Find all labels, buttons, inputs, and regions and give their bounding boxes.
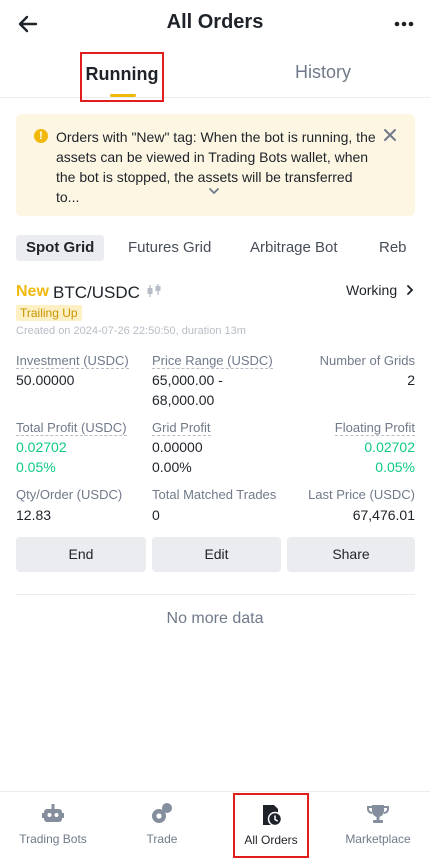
trophy-icon (367, 805, 389, 823)
bottom-navigation: Trading Bots Trade All Orders Marketplac… (0, 791, 430, 864)
subtab-spot-grid[interactable]: Spot Grid (16, 235, 105, 261)
candlestick-icon (147, 284, 161, 297)
price-range-high: 68,000.00 (152, 392, 215, 408)
chevron-down-icon[interactable] (208, 187, 220, 195)
warning-icon: ! (34, 129, 48, 143)
floating-profit-pct: 0.05% (375, 459, 415, 475)
grids-label: Number of Grids (319, 353, 415, 368)
tab-running[interactable]: Running (80, 52, 164, 102)
qty-order-label: Qty/Order (USDC) (16, 487, 123, 502)
notice-banner: ! Orders with "New" tag: When the bot is… (16, 114, 415, 216)
trailing-badge: Trailing Up (16, 305, 82, 321)
matched-trades-label: Total Matched Trades (152, 487, 277, 502)
last-price-label: Last Price (USDC) (308, 487, 415, 502)
subtab-futures-grid[interactable]: Futures Grid (128, 235, 211, 261)
nav-trade-label: Trade (146, 832, 178, 846)
subtab-arbitrage-bot[interactable]: Arbitrage Bot (250, 235, 338, 261)
new-tag: New (16, 283, 49, 300)
order-status: Working (346, 282, 398, 298)
floating-profit-label: Floating Profit (334, 420, 415, 436)
robot-icon (42, 804, 64, 822)
total-profit-label: Total Profit (USDC) (16, 420, 127, 436)
nav-trading-bots-label: Trading Bots (19, 832, 87, 846)
top-bar: All Orders (0, 0, 430, 48)
more-options-icon[interactable] (394, 20, 414, 28)
floating-profit-value: 0.02702 (364, 439, 415, 455)
nav-trading-bots[interactable]: Trading Bots (0, 792, 106, 864)
no-more-data: No more data (166, 610, 264, 627)
tab-running-label: Running (85, 64, 159, 84)
nav-trade[interactable]: Trade (110, 792, 214, 864)
grid-profit-label: Grid Profit (152, 420, 211, 436)
nav-all-orders-label: All Orders (244, 833, 298, 847)
subtab-rebalancing[interactable]: Reb (379, 235, 407, 261)
close-icon[interactable] (383, 128, 397, 142)
qty-order-value: 12.83 (16, 507, 52, 523)
page-title: All Orders (166, 11, 264, 33)
total-profit-value: 0.02702 (16, 439, 67, 455)
nav-marketplace-label: Marketplace (345, 832, 411, 846)
orders-clock-icon (263, 805, 283, 827)
price-range-label: Price Range (USDC) (152, 353, 273, 369)
matched-trades-value: 0 (152, 507, 160, 523)
notice-text: Orders with "New" tag: When the bot is r… (56, 129, 376, 205)
edit-button[interactable]: Edit (152, 537, 281, 572)
order-tabs: Running History (0, 52, 430, 102)
bot-type-tabs: Spot Grid Futures Grid Arbitrage Bot Reb (16, 235, 430, 261)
divider (16, 594, 415, 595)
trade-icon (152, 803, 172, 823)
active-tab-indicator (110, 94, 136, 97)
nav-all-orders[interactable]: All Orders (233, 793, 309, 858)
grids-value: 2 (407, 372, 415, 388)
nav-marketplace[interactable]: Marketplace (326, 792, 430, 864)
investment-value: 50.00000 (16, 372, 75, 388)
share-button[interactable]: Share (287, 537, 415, 572)
grid-profit-value: 0.00000 (152, 439, 203, 455)
order-status-link[interactable]: Working (346, 282, 415, 298)
chevron-right-icon (407, 285, 414, 295)
investment-label: Investment (USDC) (16, 353, 129, 369)
grid-profit-pct: 0.00% (152, 459, 192, 475)
end-button[interactable]: End (16, 537, 146, 572)
tab-history[interactable]: History (295, 62, 351, 83)
created-info: Created on 2024-07-26 22:50:50, duration… (16, 325, 246, 337)
last-price-value: 67,476.01 (352, 507, 415, 523)
price-range-low: 65,000.00 - (152, 372, 223, 388)
order-pair: BTC/USDC (53, 283, 140, 302)
total-profit-pct: 0.05% (16, 459, 56, 475)
